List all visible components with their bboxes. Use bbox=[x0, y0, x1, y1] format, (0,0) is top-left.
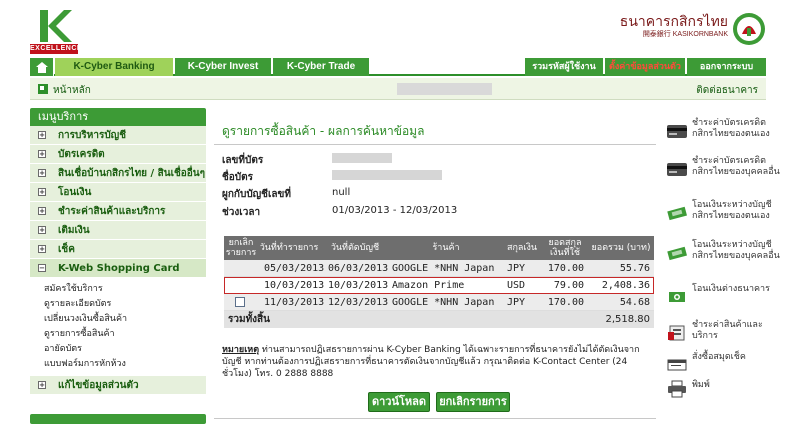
payment-icon bbox=[668, 325, 685, 341]
cheque-book-icon bbox=[667, 359, 687, 371]
shortcut-pay-other-credit-card[interactable]: ชำระค่าบัตรเครดิตกสิกรไทยของบุคคลอื่น bbox=[662, 156, 780, 186]
info-label: ช่วงเวลา bbox=[222, 207, 261, 218]
breadcrumb: หน้าหลัก ติดต่อธนาคาร bbox=[30, 78, 766, 100]
submenu-freeze-card[interactable]: อายัดบัตร bbox=[30, 342, 206, 357]
menu-credit-card[interactable]: + บัตรเครดิต bbox=[30, 145, 206, 164]
logout-button[interactable]: ออกจากระบบ bbox=[687, 58, 766, 76]
transactions-table: ยกเลิกรายการ วันที่ทำรายการ วันที่ตัดบัญ… bbox=[224, 236, 654, 328]
submenu-apply[interactable]: สมัครใช้บริการ bbox=[30, 282, 206, 297]
print-button[interactable]: พิมพ์ bbox=[662, 376, 780, 406]
info-label: เลขที่บัตร bbox=[222, 155, 264, 166]
col-cancel: ยกเลิกรายการ bbox=[225, 238, 257, 258]
expand-icon: + bbox=[38, 150, 46, 158]
credit-card-icon bbox=[667, 163, 687, 176]
contact-bank-link[interactable]: ติดต่อธนาคาร bbox=[696, 83, 758, 98]
table-total-row: รวมทั้งสิ้น 2,518.80 bbox=[224, 311, 654, 328]
menu-top-up[interactable]: + เติมเงิน bbox=[30, 221, 206, 240]
col-txn-date: วันที่ทำรายการ bbox=[259, 243, 319, 253]
tab-personal-settings[interactable]: ตั้งค่าข้อมูลส่วนตัว bbox=[605, 58, 685, 76]
main-nav: K-Cyber Banking K-Cyber Invest K-Cyber T… bbox=[30, 58, 766, 76]
info-value: 01/03/2013 - 12/03/2013 bbox=[332, 205, 458, 216]
submenu-deduction-form[interactable]: แบบฟอร์มการหักห้วง bbox=[30, 357, 206, 372]
tab-k-cyber-trade[interactable]: K-Cyber Trade bbox=[273, 58, 369, 76]
credit-card-icon bbox=[667, 125, 687, 138]
printer-icon bbox=[668, 380, 686, 398]
transfer-icon bbox=[667, 246, 687, 261]
header: EXCELLENCE ธนาคารกสิกรไทย 開泰銀行 KASIKORNB… bbox=[0, 0, 800, 58]
col-post-date: วันที่ตัดบัญชี bbox=[330, 243, 380, 253]
submenu-view-purchases[interactable]: ดูรายการซื้อสินค้า bbox=[30, 327, 206, 342]
expand-icon: + bbox=[38, 381, 46, 389]
col-currency: สกุลเงิน bbox=[506, 243, 538, 253]
tab-combine-user-ids[interactable]: รวมรหัสผู้ใช้งาน bbox=[525, 58, 603, 76]
shortcut-interbank-transfer[interactable]: โอนเงินต่างธนาคาร bbox=[662, 284, 780, 314]
menu-account-management[interactable]: + การบริหารบัญชี bbox=[30, 126, 206, 145]
submenu-change-limit[interactable]: เปลี่ยนวงเงินซื้อสินค้า bbox=[30, 312, 206, 327]
footnote: หมายเหตุ ท่านสามารถปฏิเสธรายการผ่าน K-Cy… bbox=[222, 344, 654, 380]
menu-transfer[interactable]: + โอนเงิน bbox=[30, 183, 206, 202]
kbank-logo[interactable]: EXCELLENCE bbox=[30, 8, 83, 54]
table-row-highlighted: 10/03/2013 10/03/2013 Amazon Prime USD 7… bbox=[224, 277, 654, 294]
expand-icon: + bbox=[38, 131, 46, 139]
menu-home-loan[interactable]: + สินเชื่อบ้านกสิกรไทย / สินเชื่ออื่นๆ bbox=[30, 164, 206, 183]
left-menu-title: เมนูบริการ bbox=[30, 108, 206, 126]
shortcut-pay-own-credit-card[interactable]: ชำระค่าบัตรเครดิตกสิกรไทยของตนเอง bbox=[662, 118, 780, 148]
home-icon bbox=[35, 61, 48, 73]
total-value: 2,518.80 bbox=[605, 314, 650, 325]
total-label: รวมทั้งสิ้น bbox=[228, 314, 270, 325]
tab-k-cyber-banking[interactable]: K-Cyber Banking bbox=[55, 58, 173, 76]
expand-icon: + bbox=[38, 245, 46, 253]
table-header: ยกเลิกรายการ วันที่ทำรายการ วันที่ตัดบัญ… bbox=[224, 236, 654, 260]
bottom-divider bbox=[214, 418, 656, 419]
menu-cheque[interactable]: + เช็ค bbox=[30, 240, 206, 259]
col-total-baht: ยอดรวม (บาท) bbox=[591, 243, 651, 253]
main-content: ดูรายการซื้อสินค้า - ผลการค้นหาข้อมูล เล… bbox=[214, 112, 656, 422]
cancel-transaction-button[interactable]: ยกเลิกรายการ bbox=[436, 392, 510, 412]
tab-k-cyber-invest[interactable]: K-Cyber Invest bbox=[175, 58, 271, 76]
left-menu: เมนูบริการ + การบริหารบัญชี + บัตรเครดิต +… bbox=[30, 108, 206, 424]
shortcut-bill-payment[interactable]: ชำระค่าสินค้าและบริการ bbox=[662, 320, 780, 350]
logo-band: EXCELLENCE bbox=[30, 44, 83, 54]
shortcut-transfer-own-account[interactable]: โอนเงินระหว่างบัญชีกสิกรไทยของตนเอง bbox=[662, 200, 780, 230]
expand-icon: + bbox=[38, 188, 46, 196]
right-shortcuts: ชำระค่าบัตรเครดิตกสิกรไทยของตนเอง ชำระค่… bbox=[662, 112, 780, 422]
kasikorn-seal-icon bbox=[733, 13, 765, 45]
shortcut-transfer-other-account[interactable]: โอนเงินระหว่างบัญชีกสิกรไทยของบุคคลอื่น bbox=[662, 240, 780, 270]
breadcrumb-home-link[interactable]: หน้าหลัก bbox=[53, 83, 91, 98]
col-foreign-amount: ยอดสกุลเงินที่ใช้ bbox=[548, 238, 582, 258]
expand-icon: + bbox=[38, 169, 46, 177]
col-merchant: ร้านค้า bbox=[432, 243, 460, 253]
home-button[interactable] bbox=[30, 58, 54, 76]
bank-name: ธนาคารกสิกรไทย 開泰銀行 KASIKORNBANK bbox=[608, 14, 728, 40]
cancel-checkbox[interactable] bbox=[235, 297, 245, 307]
bank-transfer-icon bbox=[669, 292, 685, 302]
collapse-icon: − bbox=[38, 264, 46, 272]
info-value bbox=[332, 153, 532, 164]
footnote-text: ท่านสามารถปฏิเสธรายการผ่าน K-Cyber Banki… bbox=[222, 345, 640, 379]
expand-icon: + bbox=[38, 226, 46, 234]
table-row: 11/03/2013 12/03/2013 GOOGLE *NHN Japan … bbox=[224, 294, 654, 311]
home-square-icon bbox=[38, 84, 48, 94]
transfer-icon bbox=[667, 206, 687, 221]
footnote-label: หมายเหตุ bbox=[222, 345, 260, 355]
left-menu-footer-bar bbox=[30, 414, 206, 424]
page-title: ดูรายการซื้อสินค้า - ผลการค้นหาข้อมูล bbox=[222, 124, 425, 138]
submenu-card-details[interactable]: ดูรายละเอียดบัตร bbox=[30, 297, 206, 312]
bank-name-thai: ธนาคารกสิกรไทย bbox=[619, 14, 728, 30]
table-row: 05/03/2013 06/03/2013 GOOGLE *NHN Japan … bbox=[224, 260, 654, 277]
expand-icon: + bbox=[38, 207, 46, 215]
info-label: ชื่อบัตร bbox=[222, 172, 254, 183]
title-divider bbox=[214, 144, 656, 145]
k-logo-icon bbox=[40, 10, 72, 42]
redacted-user-name bbox=[397, 83, 492, 95]
download-button[interactable]: ดาวน์โหลด bbox=[368, 392, 430, 412]
menu-bill-payment[interactable]: + ชำระค่าสินค้าและบริการ bbox=[30, 202, 206, 221]
menu-k-web-shopping-card[interactable]: − K-Web Shopping Card bbox=[30, 259, 206, 278]
info-label: ผูกกับบัญชีเลขที่ bbox=[222, 189, 291, 200]
info-value: null bbox=[332, 187, 351, 198]
info-value bbox=[332, 170, 532, 181]
bank-name-english: 開泰銀行 KASIKORNBANK bbox=[642, 31, 728, 38]
menu-edit-personal-info[interactable]: + แก้ไขข้อมูลส่วนตัว bbox=[30, 376, 206, 395]
